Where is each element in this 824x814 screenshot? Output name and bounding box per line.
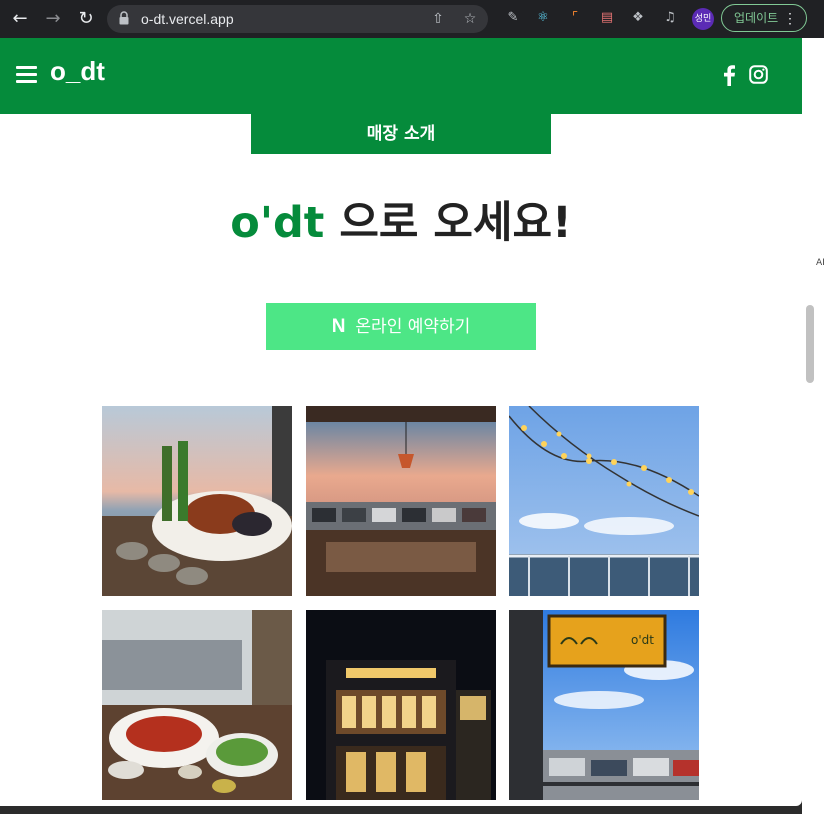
share-icon[interactable]: ⇧ xyxy=(430,11,446,27)
pen-extension-icon[interactable]: ✎ xyxy=(504,9,522,27)
headline-text: 으로 오세요! xyxy=(324,198,572,248)
headline-brand: o'dt xyxy=(230,198,325,248)
svg-text:o'dt: o'dt xyxy=(631,633,654,647)
scrollbar-thumb[interactable] xyxy=(806,305,814,383)
forward-icon[interactable]: → xyxy=(42,8,64,30)
more-icon[interactable]: ⋮ xyxy=(783,5,797,31)
window-bottom-edge xyxy=(0,806,802,814)
section-title-tab[interactable]: 매장 소개 xyxy=(251,114,551,154)
instagram-icon[interactable] xyxy=(749,65,768,84)
lock-icon[interactable] xyxy=(119,11,129,25)
photo-string-lights-sky[interactable] xyxy=(509,406,699,596)
background-text-fragment: AI xyxy=(816,258,824,268)
photo-odt-sign[interactable]: o'dt xyxy=(509,610,699,800)
photo-seafood-beer[interactable] xyxy=(102,406,292,596)
facebook-icon[interactable] xyxy=(722,64,736,86)
page-viewport: o_dt 매장 소개 o'dt 으로 오세요! N 온라인 예약하기 o'dt xyxy=(0,38,802,806)
reservation-label: 온라인 예약하기 xyxy=(355,317,471,337)
photo-building-night[interactable] xyxy=(306,610,496,800)
puzzle-extension-icon[interactable]: ❖ xyxy=(629,9,647,27)
site-header: o_dt xyxy=(0,38,802,114)
online-reservation-button[interactable]: N 온라인 예약하기 xyxy=(266,303,536,350)
browser-toolbar: ← → ↻ o-dt.vercel.app ⇧ ☆ ✎ ⚛ ⌜ ▤ ❖ ♫ 성민… xyxy=(0,0,824,38)
react-extension-icon[interactable]: ⚛ xyxy=(534,9,552,27)
photo-cafe-window-sunset[interactable] xyxy=(306,406,496,596)
photo-crayfish-salad[interactable] xyxy=(102,610,292,800)
notes-extension-icon[interactable]: ▤ xyxy=(598,9,616,27)
naver-icon: N xyxy=(331,316,346,337)
profile-avatar[interactable]: 성민 xyxy=(692,8,714,30)
update-button[interactable]: 업데이트 ⋮ xyxy=(721,4,807,32)
background-window-edge: AI xyxy=(802,38,824,814)
menu-icon[interactable] xyxy=(16,66,37,84)
media-queue-icon[interactable]: ♫ xyxy=(661,9,679,27)
tool-extension-icon[interactable]: ⌜ xyxy=(566,9,584,27)
update-label: 업데이트 xyxy=(734,11,779,25)
url-text[interactable]: o-dt.vercel.app xyxy=(141,11,234,27)
address-bar[interactable]: o-dt.vercel.app ⇧ ☆ xyxy=(107,5,488,33)
reload-icon[interactable]: ↻ xyxy=(75,8,97,30)
star-icon[interactable]: ☆ xyxy=(462,11,478,27)
site-brand[interactable]: o_dt xyxy=(50,56,105,87)
back-icon[interactable]: ← xyxy=(9,8,31,30)
page-headline: o'dt 으로 오세요! xyxy=(0,188,802,250)
